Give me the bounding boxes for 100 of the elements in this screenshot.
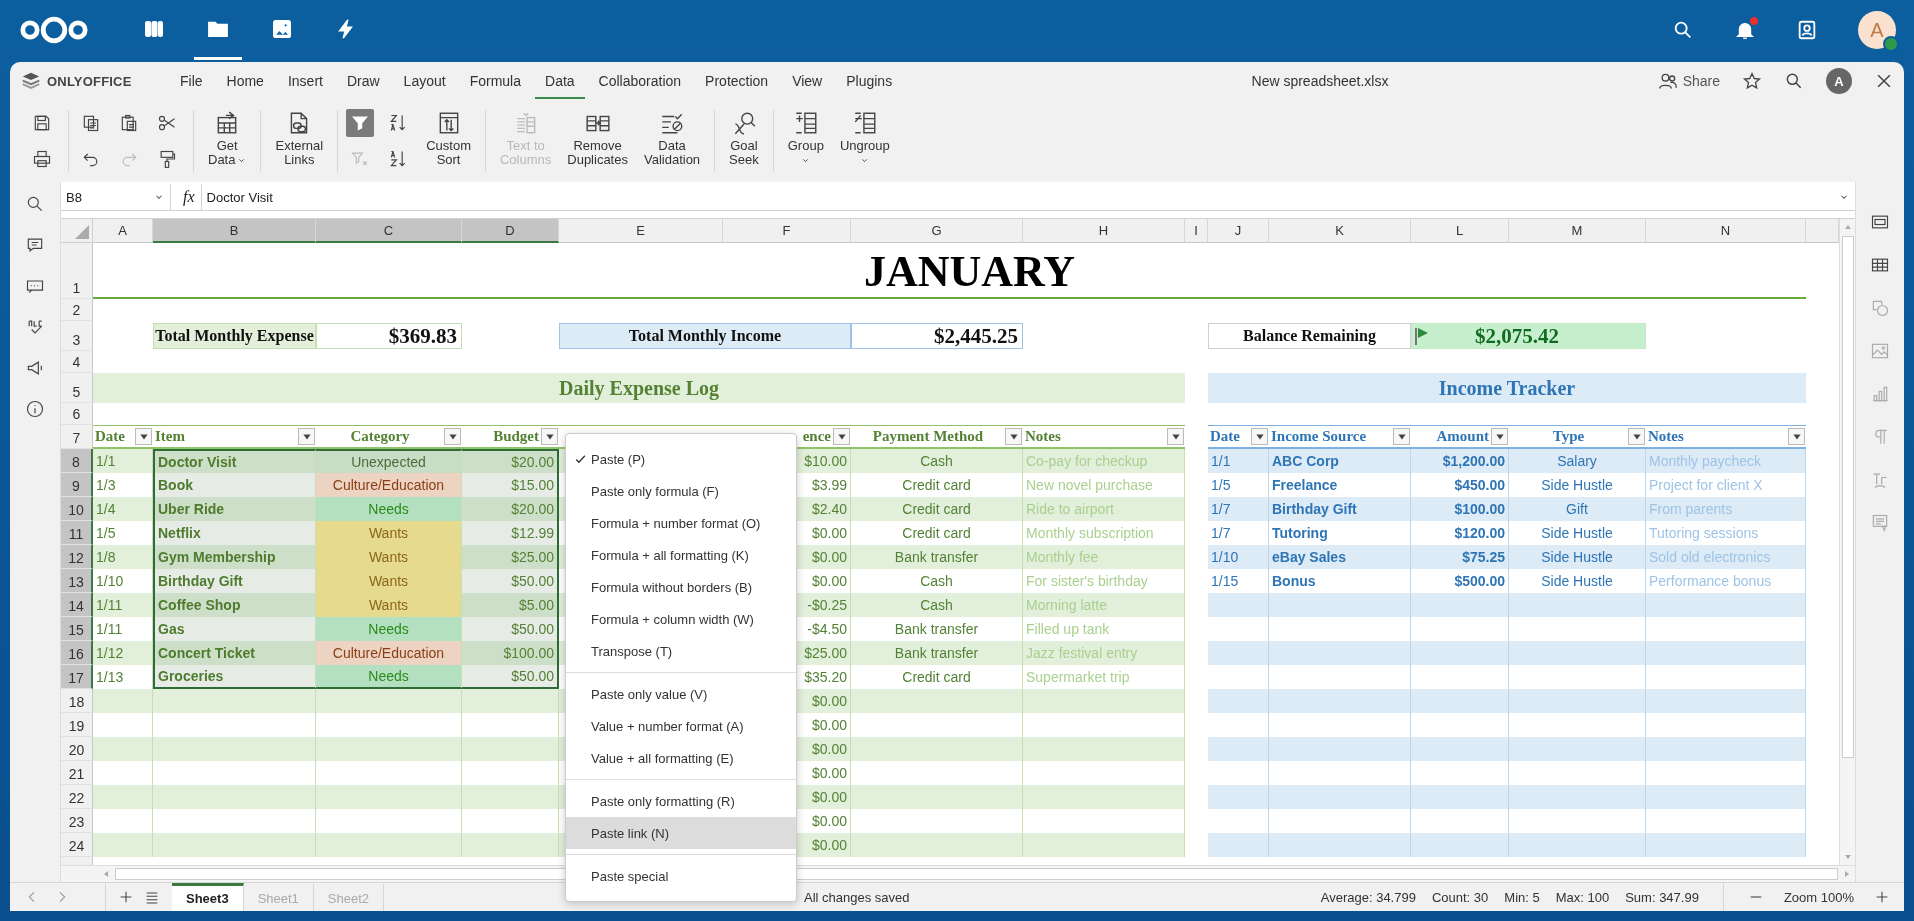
sort-button[interactable]: Custom Sort bbox=[420, 110, 477, 172]
column-header[interactable]: E bbox=[559, 219, 723, 243]
table-cell: 1/8 bbox=[93, 545, 153, 569]
row-header[interactable]: 4 bbox=[61, 351, 93, 373]
row-header[interactable]: 9 bbox=[61, 473, 93, 497]
share-button[interactable]: Share bbox=[1657, 71, 1720, 91]
name-box[interactable]: B8 bbox=[61, 184, 171, 210]
row-header[interactable]: 1 bbox=[61, 243, 93, 299]
table-cell: Credit card bbox=[851, 497, 1023, 521]
table-cell: From parents bbox=[1646, 497, 1806, 521]
menu-item-label: Paste only value (V) bbox=[591, 686, 708, 702]
table-cell: Cash bbox=[851, 449, 1023, 473]
ungroup-button[interactable]: Ungroup bbox=[833, 110, 896, 172]
column-header[interactable]: I bbox=[1185, 219, 1208, 243]
row-header[interactable]: 19 bbox=[61, 713, 93, 737]
row-header[interactable]: 16 bbox=[61, 641, 93, 665]
formula-field[interactable]: Doctor Visit bbox=[201, 189, 1839, 205]
row-header[interactable]: 3 bbox=[61, 321, 93, 351]
column-header[interactable]: B bbox=[153, 219, 316, 243]
column-header[interactable]: H bbox=[1023, 219, 1185, 243]
menu-tab[interactable]: File bbox=[170, 63, 213, 99]
table-cell: $100.00 bbox=[1411, 497, 1509, 521]
magnifier-formula-button[interactable]: Goal Seek bbox=[723, 110, 765, 172]
table-cell: Book bbox=[153, 473, 316, 497]
row-header[interactable]: 5 bbox=[61, 373, 93, 403]
sheet-tab[interactable]: Sheet3 bbox=[172, 883, 244, 911]
table-cell: Bank transfer bbox=[851, 545, 1023, 569]
function-button[interactable]: fx bbox=[171, 184, 202, 210]
row-header[interactable]: 13 bbox=[61, 569, 93, 593]
menu-tab[interactable]: Protection bbox=[695, 63, 779, 99]
menu-tab[interactable]: Draw bbox=[336, 63, 390, 99]
menu-item[interactable]: Paste special bbox=[566, 860, 796, 892]
table-cell: 1/11 bbox=[93, 593, 153, 617]
row-header[interactable]: 18 bbox=[61, 689, 93, 713]
column-header[interactable]: A bbox=[93, 219, 153, 243]
table-cell: Supermarket trip bbox=[1023, 665, 1185, 689]
row-header[interactable]: 6 bbox=[61, 403, 93, 425]
table-cell: $50.00 bbox=[462, 617, 559, 641]
table-cell: 1/1 bbox=[1208, 449, 1269, 473]
menu-tab[interactable]: Data bbox=[535, 63, 585, 99]
row-header[interactable]: 17 bbox=[61, 665, 93, 689]
menu-tab[interactable]: Formula bbox=[459, 63, 531, 99]
status-statistic: Sum: 347.99 bbox=[1625, 889, 1699, 905]
column-header[interactable]: K bbox=[1269, 219, 1411, 243]
row-header[interactable]: 11 bbox=[61, 521, 93, 545]
menu-tab[interactable]: Layout bbox=[393, 63, 456, 99]
validation-button[interactable]: Data Validation bbox=[637, 110, 707, 172]
row-header[interactable]: 15 bbox=[61, 617, 93, 641]
column-header[interactable]: M bbox=[1509, 219, 1646, 243]
column-header[interactable]: C bbox=[316, 219, 462, 243]
row-header[interactable]: 7 bbox=[61, 425, 93, 449]
column-heading: Type bbox=[1551, 428, 1586, 445]
row-header[interactable]: 22 bbox=[61, 785, 93, 809]
row-header[interactable]: 20 bbox=[61, 737, 93, 761]
table-cell: $50.00 bbox=[462, 665, 559, 689]
table-cell: $12.99 bbox=[462, 521, 559, 545]
group-button[interactable]: Group bbox=[781, 110, 830, 172]
menu-tab[interactable]: View bbox=[782, 63, 833, 99]
table-cell: Groceries bbox=[153, 665, 316, 689]
column-header[interactable]: N bbox=[1646, 219, 1806, 243]
table-cell: Needs bbox=[316, 497, 462, 521]
table-cell: Bonus bbox=[1269, 569, 1411, 593]
table-cell: Needs bbox=[316, 617, 462, 641]
menu-item[interactable]: Paste link (N) bbox=[566, 817, 796, 849]
menu-tab[interactable]: Plugins bbox=[836, 63, 903, 99]
sheet-title: JANUARY bbox=[862, 245, 1077, 298]
table-cell: Coffee Shop bbox=[153, 593, 316, 617]
row-header[interactable]: 10 bbox=[61, 497, 93, 521]
column-header[interactable]: J bbox=[1208, 219, 1269, 243]
column-heading: Payment Method bbox=[871, 428, 985, 445]
column-header[interactable]: G bbox=[851, 219, 1023, 243]
menu-tab[interactable]: Insert bbox=[277, 63, 333, 99]
column-heading: Notes bbox=[1025, 428, 1062, 445]
column-header[interactable]: D bbox=[462, 219, 559, 243]
menu-item-label: Paste (P) bbox=[591, 451, 646, 467]
linked-file-button[interactable]: External Links bbox=[269, 110, 330, 172]
table-cell: Sold old electronics bbox=[1646, 545, 1806, 569]
row-header[interactable]: 8 bbox=[61, 449, 93, 473]
row-header[interactable]: 14 bbox=[61, 593, 93, 617]
status-statistic: Count: 30 bbox=[1431, 889, 1489, 905]
menu-tab[interactable]: Home bbox=[216, 63, 274, 99]
row-header[interactable]: 2 bbox=[61, 299, 93, 321]
remove-duplicates-button[interactable]: Remove Duplicates bbox=[561, 110, 634, 172]
table-cell: 1/12 bbox=[93, 641, 153, 665]
save-status: All changes saved bbox=[804, 889, 910, 905]
table-cell: Culture/Education bbox=[316, 641, 462, 665]
table-cell: ABC Corp bbox=[1269, 449, 1411, 473]
row-header[interactable]: 12 bbox=[61, 545, 93, 569]
zoom-level[interactable]: Zoom 100% bbox=[1783, 889, 1854, 905]
table-cell: eBay Sales bbox=[1269, 545, 1411, 569]
row-header[interactable]: 21 bbox=[61, 761, 93, 785]
table-cell: $20.00 bbox=[462, 449, 559, 473]
table-import-button[interactable]: Get Data bbox=[202, 110, 253, 172]
row-header[interactable]: 23 bbox=[61, 809, 93, 833]
status-statistic: Min: 5 bbox=[1504, 889, 1540, 905]
row-header[interactable]: 24 bbox=[61, 833, 93, 857]
user-avatar[interactable]: A bbox=[1826, 68, 1852, 94]
column-header[interactable]: L bbox=[1411, 219, 1509, 243]
column-header[interactable]: F bbox=[723, 219, 851, 243]
menu-tab[interactable]: Collaboration bbox=[588, 63, 692, 99]
